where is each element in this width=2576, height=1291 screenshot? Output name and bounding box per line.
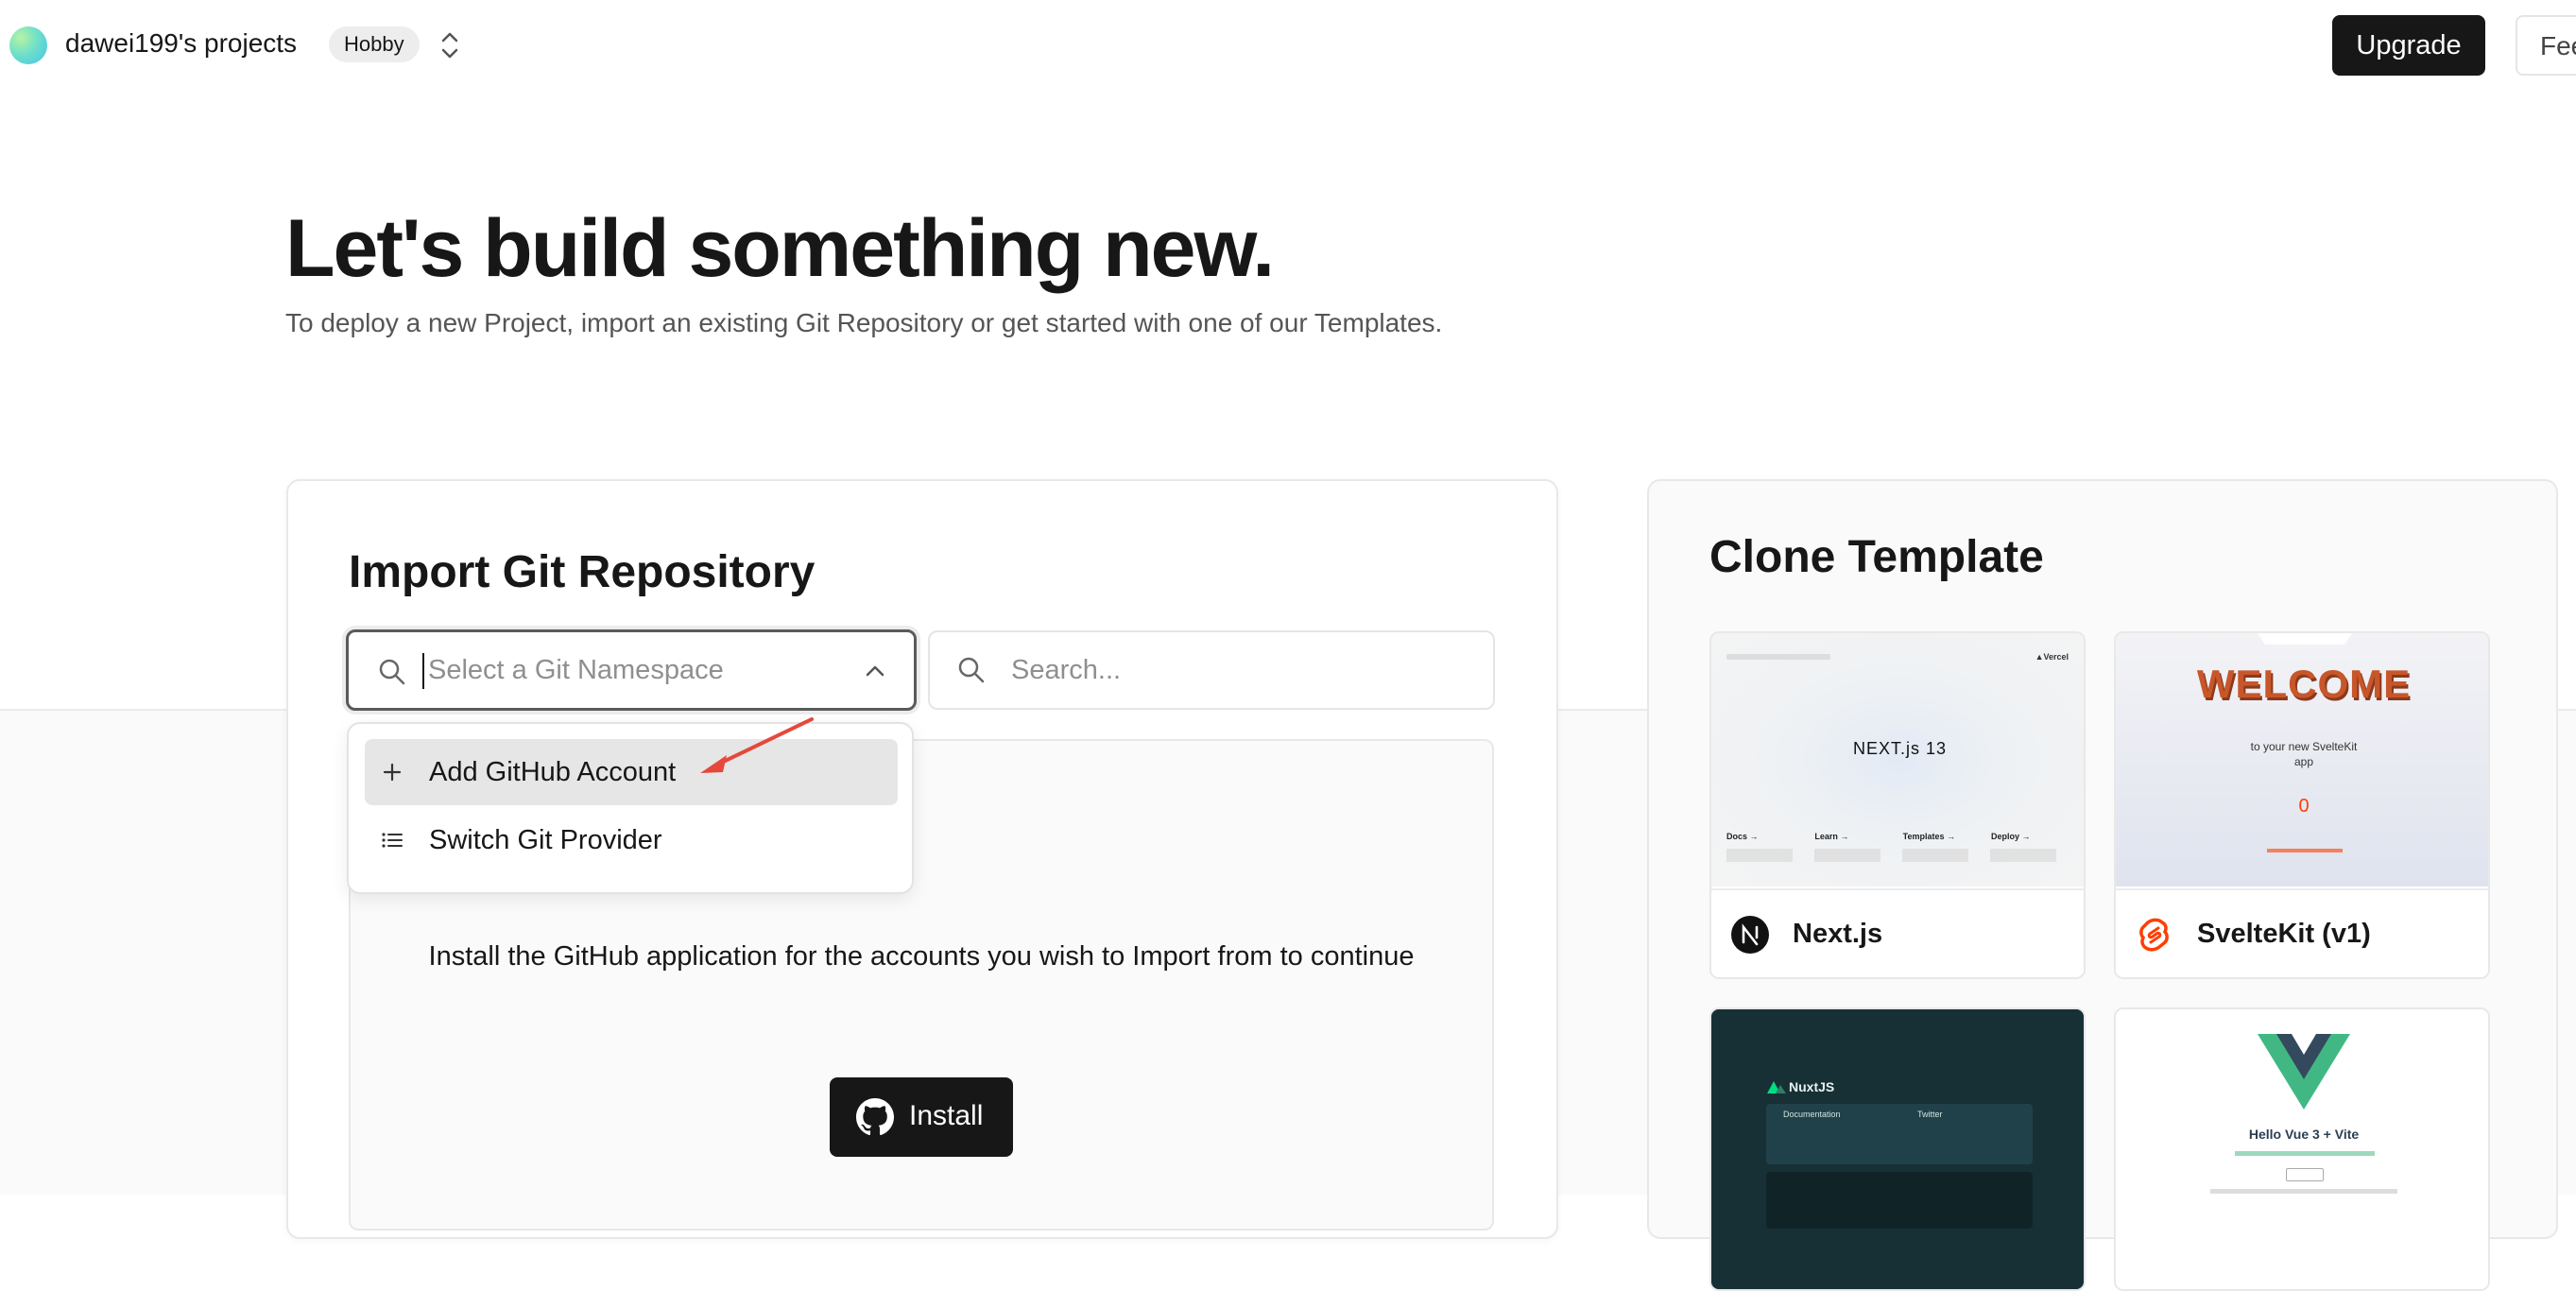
nuxt-twitter: Twitter [1917,1110,1943,1119]
search-placeholder: Search... [1011,655,1122,685]
github-icon [856,1098,894,1136]
text-caret [422,653,424,689]
project-name[interactable]: dawei199's projects [65,28,297,59]
repository-search-input[interactable]: Search... [928,630,1495,710]
vue-logo-icon [2258,1034,2350,1110]
install-label: Install [909,1100,984,1131]
namespace-dropdown: Add GitHub Account Switch Git Provider [347,722,914,894]
nextjs-logo-icon [1731,916,1769,954]
svelte-welcome-text: WELCOME [2196,662,2412,706]
chevron-up-icon [866,665,884,677]
nuxt-brand: NuxtJS [1789,1079,1835,1094]
page-subtitle: To deploy a new Project, import an exist… [285,308,1443,337]
nuxt-logo-icon [1767,1081,1786,1093]
vue-title: Hello Vue 3 + Vite [2248,1127,2360,1142]
nextjs-preview: ▲Vercel NEXT.js 13 Docs → Learn → Templa… [1711,633,2084,886]
nextjs-link: Deploy → [1990,832,2031,841]
search-icon [958,657,985,683]
sveltekit-preview: WELCOME to your new SvelteKit app 0 [2116,633,2488,886]
search-icon [379,659,405,685]
top-bar: dawei199's projects Hobby Upgrade Fee [0,0,2576,91]
template-card-nextjs[interactable]: ▲Vercel NEXT.js 13 Docs → Learn → Templa… [1709,631,2086,979]
menu-item-add-github-account[interactable]: Add GitHub Account [365,739,898,805]
nuxt-documentation: Documentation [1783,1110,1841,1119]
menu-item-switch-git-provider[interactable]: Switch Git Provider [365,807,898,873]
template-name: SvelteKit (v1) [2197,919,2371,949]
clone-template-title: Clone Template [1709,532,2044,582]
svelte-counter: 0 [2298,796,2310,817]
nextjs-link: Learn → [1814,832,1849,841]
template-card-nuxtjs[interactable]: NuxtJS Documentation Twitter [1709,1007,2086,1291]
template-name: Next.js [1793,919,1883,949]
template-card-vue[interactable]: Hello Vue 3 + Vite [2114,1007,2490,1291]
upgrade-button[interactable]: Upgrade [2332,15,2485,76]
avatar[interactable] [9,26,47,64]
template-footer: Next.js [1711,888,2084,977]
feedback-button[interactable]: Fee [2516,15,2576,76]
plan-badge: Hobby [329,26,420,62]
import-title: Import Git Repository [349,547,816,597]
svelte-logo-icon [2139,918,2169,952]
nextjs-badge: NEXT.js 13 [1853,739,1948,758]
svelte-subtitle: to your new SvelteKit app [2250,740,2358,768]
chevron-updown-icon[interactable] [437,28,463,62]
list-icon [382,833,403,848]
plus-icon [383,763,402,782]
vue-preview: Hello Vue 3 + Vite [2116,1009,2488,1289]
install-message: Install the GitHub application for the a… [428,941,1415,972]
menu-item-label: Switch Git Provider [429,825,662,855]
page-title: Let's build something new. [285,203,1275,294]
annotation-arrow-icon [700,717,814,773]
namespace-placeholder: Select a Git Namespace [428,655,724,685]
menu-item-label: Add GitHub Account [429,757,677,787]
git-namespace-select[interactable]: Select a Git Namespace [346,629,917,711]
template-card-sveltekit[interactable]: WELCOME to your new SvelteKit app 0 Svel… [2114,631,2490,979]
nuxtjs-preview: NuxtJS Documentation Twitter [1711,1009,2084,1289]
install-button[interactable]: Install [830,1077,1013,1157]
nextjs-link: Templates → [1902,832,1956,841]
nextjs-link: Docs → [1726,832,1759,841]
template-footer: SvelteKit (v1) [2116,888,2488,977]
